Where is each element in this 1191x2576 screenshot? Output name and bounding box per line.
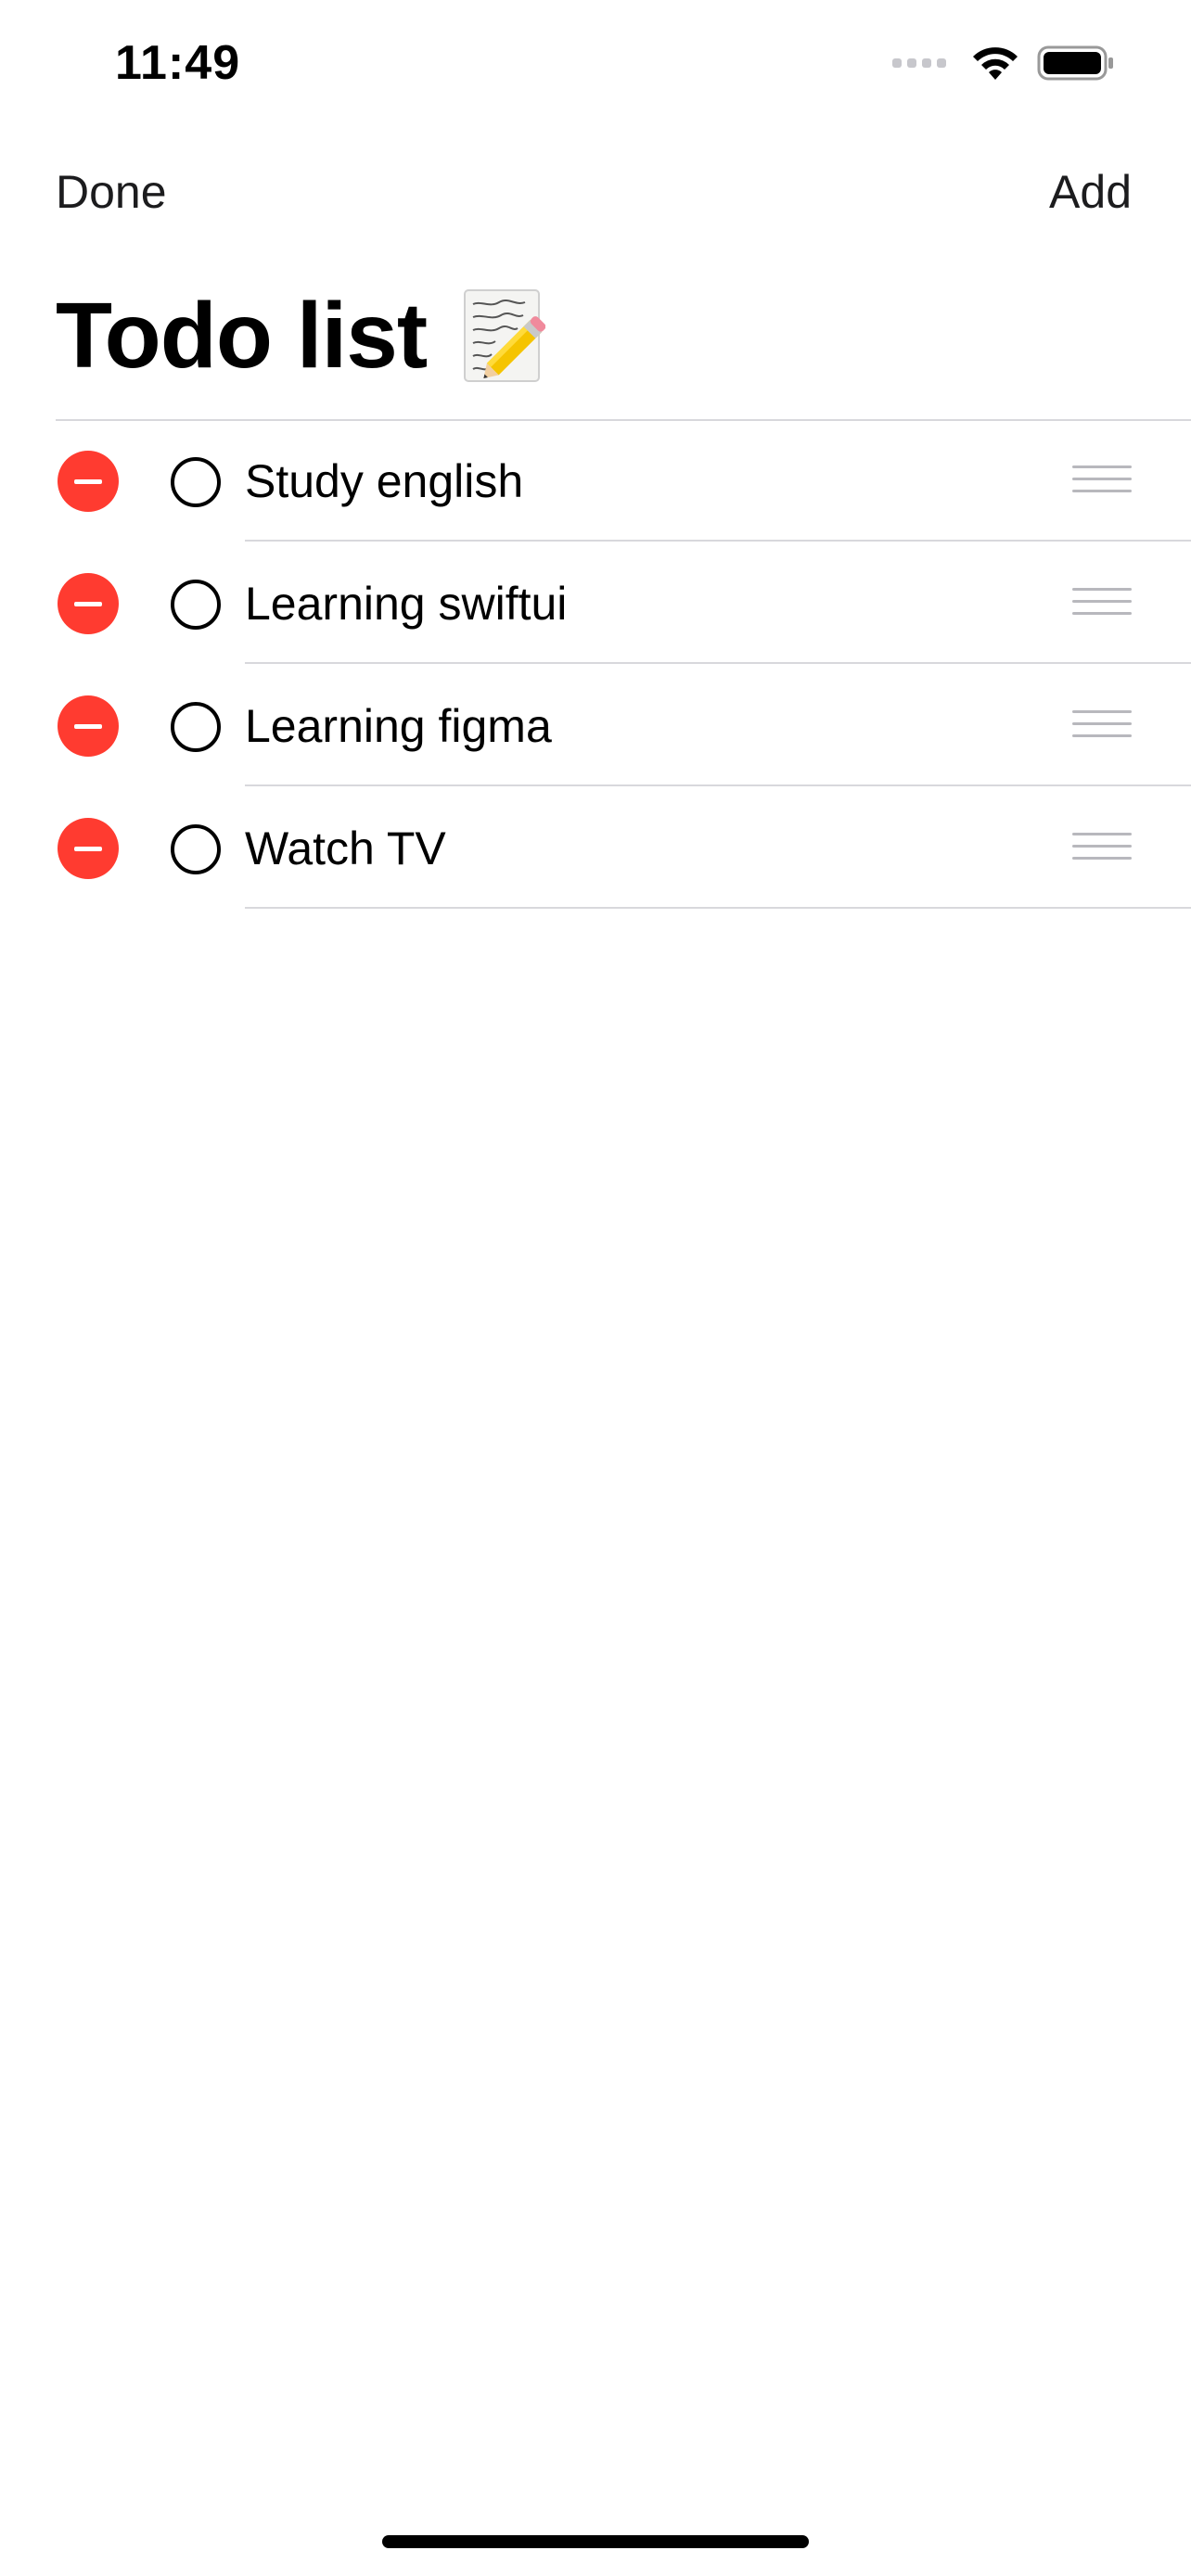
drag-handle-icon[interactable] <box>1072 710 1132 740</box>
done-button[interactable]: Done <box>56 165 167 219</box>
page-title: Todo list <box>56 284 546 388</box>
checkbox-circle-icon[interactable] <box>171 702 221 752</box>
cellular-signal-icon <box>892 58 946 68</box>
todo-row[interactable]: Learning figma <box>0 664 1191 786</box>
checkbox-circle-icon[interactable] <box>171 824 221 874</box>
status-bar: 11:49 <box>0 0 1191 130</box>
battery-icon <box>1037 45 1113 81</box>
checkbox-circle-icon[interactable] <box>171 457 221 507</box>
memo-icon <box>464 289 546 382</box>
checkbox-circle-icon[interactable] <box>171 580 221 630</box>
drag-handle-icon[interactable] <box>1072 833 1132 862</box>
todo-row[interactable]: Watch TV <box>0 786 1191 909</box>
delete-button[interactable] <box>58 451 119 512</box>
todo-label: Study english <box>245 455 524 507</box>
delete-button[interactable] <box>58 573 119 634</box>
row-divider <box>245 907 1191 909</box>
todo-row[interactable]: Learning swiftui <box>0 542 1191 664</box>
status-time: 11:49 <box>115 36 241 90</box>
todo-label: Watch TV <box>245 823 446 874</box>
delete-button[interactable] <box>58 818 119 879</box>
drag-handle-icon[interactable] <box>1072 588 1132 618</box>
drag-handle-icon[interactable] <box>1072 465 1132 495</box>
todo-list: Study english Learning swiftui Learning … <box>0 419 1191 909</box>
home-indicator[interactable] <box>382 2535 809 2548</box>
delete-button[interactable] <box>58 695 119 757</box>
todo-label: Learning figma <box>245 700 552 752</box>
status-icons <box>892 45 1115 82</box>
page-title-text: Todo list <box>56 284 428 388</box>
add-button[interactable]: Add <box>1049 165 1132 219</box>
wifi-icon <box>973 47 1018 80</box>
todo-label: Learning swiftui <box>245 578 568 630</box>
todo-row[interactable]: Study english <box>0 419 1191 542</box>
